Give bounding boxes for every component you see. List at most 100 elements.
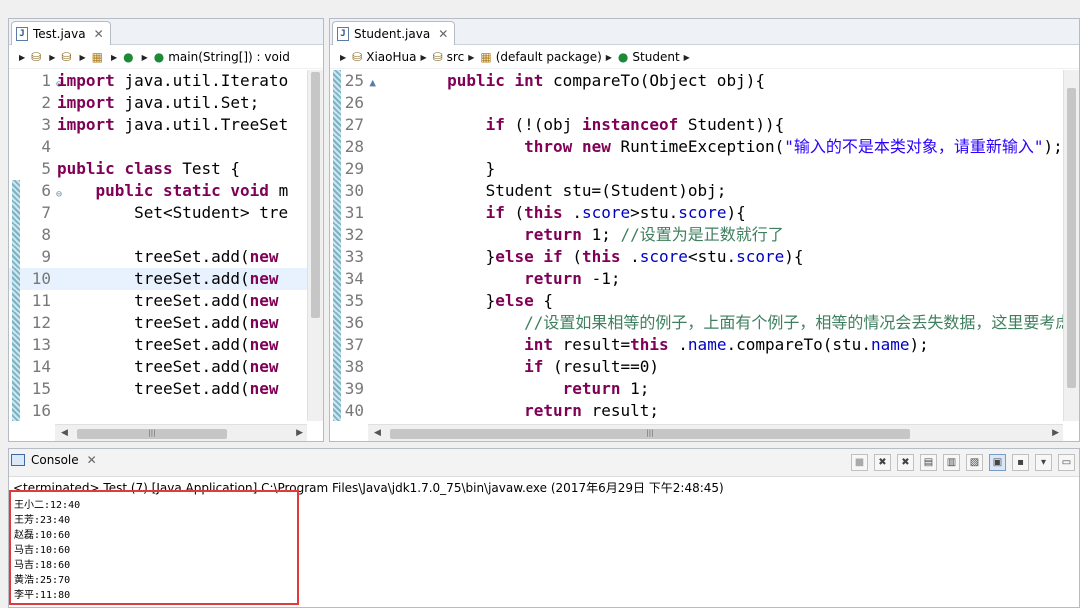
line-gutter[interactable]: 40 — [330, 400, 368, 421]
open-console-icon[interactable]: ▭ — [1058, 454, 1075, 471]
scroll-right-icon[interactable]: ▶ — [1052, 428, 1059, 438]
tab-student-java[interactable]: J Student.java ✕ — [332, 21, 456, 45]
line-gutter[interactable]: 7 — [9, 202, 55, 224]
horizontal-scrollbar[interactable]: ◀ ||| ▶ — [368, 424, 1063, 441]
code-line[interactable]: 25 ▲ public int compareTo(Object obj){ — [330, 70, 1079, 92]
line-gutter[interactable]: 16 — [9, 400, 55, 421]
line-gutter[interactable]: 6 ⊖ — [9, 180, 62, 202]
line-gutter[interactable]: 25 ▲ — [330, 70, 376, 92]
class-icon[interactable]: ● — [123, 50, 133, 64]
scroll-left-icon[interactable]: ◀ — [61, 428, 68, 438]
chevron-right-icon[interactable]: ▶ — [340, 53, 346, 62]
line-gutter[interactable]: 37 — [330, 334, 368, 356]
line-gutter[interactable]: 8 — [9, 224, 55, 246]
terminate-icon[interactable]: ■ — [851, 454, 868, 471]
line-gutter[interactable]: 29 — [330, 158, 368, 180]
code-line[interactable]: 10 treeSet.add(new — [9, 268, 323, 290]
line-gutter[interactable]: 9 — [9, 246, 55, 268]
show-console-on-output-icon[interactable]: ▣ — [989, 454, 1006, 471]
line-gutter[interactable]: 27 — [330, 114, 368, 136]
line-gutter[interactable]: 3 — [9, 114, 55, 136]
scroll-thumb[interactable]: ||| — [77, 429, 227, 439]
chevron-right-icon[interactable]: ▶ — [79, 53, 85, 62]
horizontal-scrollbar[interactable]: ◀ ||| ▶ — [55, 424, 307, 441]
chevron-right-icon[interactable]: ▶ — [420, 53, 426, 62]
remove-all-launches-icon[interactable]: ✖ — [897, 454, 914, 471]
breadcrumb-project[interactable]: ⛁ XiaoHua — [352, 50, 416, 64]
chevron-right-icon[interactable]: ▶ — [468, 53, 474, 62]
line-gutter[interactable]: 34 — [330, 268, 368, 290]
line-gutter[interactable]: 2 — [9, 92, 55, 114]
line-gutter[interactable]: 28 — [330, 136, 368, 158]
line-gutter[interactable]: 30 — [330, 180, 368, 202]
scroll-right-icon[interactable]: ▶ — [296, 428, 303, 438]
line-gutter[interactable]: 32 — [330, 224, 368, 246]
vertical-scrollbar[interactable] — [1063, 70, 1079, 421]
chevron-right-icon[interactable]: ▶ — [19, 53, 25, 62]
student-java-editor[interactable]: J Student.java ✕ ▶ ⛁ XiaoHua ▶ ⛁ src ▶ ▦… — [329, 18, 1080, 442]
line-gutter[interactable]: 11 — [9, 290, 55, 312]
breadcrumb-folder[interactable]: ⛁ src — [433, 50, 465, 64]
console-output[interactable]: 王小二:12:40 王芳:23:40 赵磊:10:60 马吉:10:60 马吉:18:6… — [9, 490, 299, 605]
line-gutter[interactable]: 12 — [9, 312, 55, 334]
clear-console-icon[interactable]: ▤ — [920, 454, 937, 471]
line-gutter[interactable]: 15 — [9, 378, 55, 400]
code-line[interactable]: 36 //设置如果相等的例子，上面有个例子，相等的情况会丢失数据，这里要考虑到 — [330, 312, 1079, 334]
scroll-lock-icon[interactable]: ▥ — [943, 454, 960, 471]
scroll-thumb[interactable]: ||| — [390, 429, 910, 439]
line-gutter[interactable]: 36 — [330, 312, 368, 334]
word-wrap-icon[interactable]: ▧ — [966, 454, 983, 471]
close-tab-icon[interactable]: ✕ — [87, 453, 97, 467]
code-line[interactable]: 28 throw new RuntimeException("输入的不是本类对象… — [330, 136, 1079, 158]
code-line[interactable]: 26 — [330, 92, 1079, 114]
line-gutter[interactable]: 13 — [9, 334, 55, 356]
close-tab-icon[interactable]: ✕ — [94, 27, 104, 41]
code-area[interactable]: 25 ▲ public int compareTo(Object obj){26 2… — [330, 70, 1079, 421]
code-line[interactable]: 3 import java.util.TreeSet — [9, 114, 323, 136]
code-line[interactable]: 34 return -1; — [330, 268, 1079, 290]
chevron-right-icon[interactable]: ▶ — [49, 53, 55, 62]
tab-test-java[interactable]: J Test.java ✕ — [11, 21, 111, 45]
line-gutter[interactable]: 5 — [9, 158, 55, 180]
vertical-scrollbar[interactable] — [307, 70, 323, 421]
scroll-thumb[interactable] — [311, 72, 320, 318]
line-gutter[interactable]: 33 — [330, 246, 368, 268]
code-line[interactable]: 35 }else { — [330, 290, 1079, 312]
code-line[interactable]: 27 if (!(obj instanceof Student)){ — [330, 114, 1079, 136]
breadcrumb-method[interactable]: main(String[]) : void — [168, 50, 290, 64]
folder-icon[interactable]: ⛁ — [61, 50, 71, 64]
pin-console-icon[interactable]: ▪ — [1012, 454, 1029, 471]
code-line[interactable]: 30 Student stu=(Student)obj; — [330, 180, 1079, 202]
scroll-left-icon[interactable]: ◀ — [374, 428, 381, 438]
tab-console[interactable]: Console ✕ — [11, 453, 97, 467]
code-line[interactable]: 31 if (this .score>stu.score){ — [330, 202, 1079, 224]
line-gutter[interactable]: 39 — [330, 378, 368, 400]
line-gutter[interactable]: 31 — [330, 202, 368, 224]
close-tab-icon[interactable]: ✕ — [438, 27, 448, 41]
line-gutter[interactable]: 38 — [330, 356, 368, 378]
code-line[interactable]: 13 treeSet.add(new — [9, 334, 323, 356]
code-line[interactable]: 38 if (result==0) — [330, 356, 1079, 378]
code-line[interactable]: 5 public class Test { — [9, 158, 323, 180]
code-line[interactable]: 9 treeSet.add(new — [9, 246, 323, 268]
code-line[interactable]: 6 ⊖ public static void m — [9, 180, 323, 202]
line-gutter[interactable]: 4 — [9, 136, 55, 158]
breadcrumb-package[interactable]: ▦ (default package) — [480, 50, 601, 64]
code-line[interactable]: 7 Set<Student> tre — [9, 202, 323, 224]
chevron-right-icon[interactable]: ▶ — [606, 53, 612, 62]
code-line[interactable]: 8 — [9, 224, 323, 246]
code-line[interactable]: 29 } — [330, 158, 1079, 180]
code-line[interactable]: 12 treeSet.add(new — [9, 312, 323, 334]
code-line[interactable]: 14 treeSet.add(new — [9, 356, 323, 378]
code-area[interactable]: 1 ⊖ import java.util.Iterato 2 import java.u… — [9, 70, 323, 421]
code-line[interactable]: 37 int result=this .name.compareTo(stu.n… — [330, 334, 1079, 356]
code-line[interactable]: 11 treeSet.add(new — [9, 290, 323, 312]
code-line[interactable]: 4 — [9, 136, 323, 158]
code-line[interactable]: 40 return result; — [330, 400, 1079, 421]
project-icon[interactable]: ⛁ — [31, 50, 41, 64]
test-java-editor[interactable]: J Test.java ✕ ▶ ⛁ ▶ ⛁ ▶ ▦ ▶ ● ▶ ● main(S… — [8, 18, 324, 442]
code-line[interactable]: 15 treeSet.add(new — [9, 378, 323, 400]
line-gutter[interactable]: 10 — [9, 268, 55, 290]
code-line[interactable]: 2 import java.util.Set; — [9, 92, 323, 114]
code-line[interactable]: 1 ⊖ import java.util.Iterato — [9, 70, 323, 92]
